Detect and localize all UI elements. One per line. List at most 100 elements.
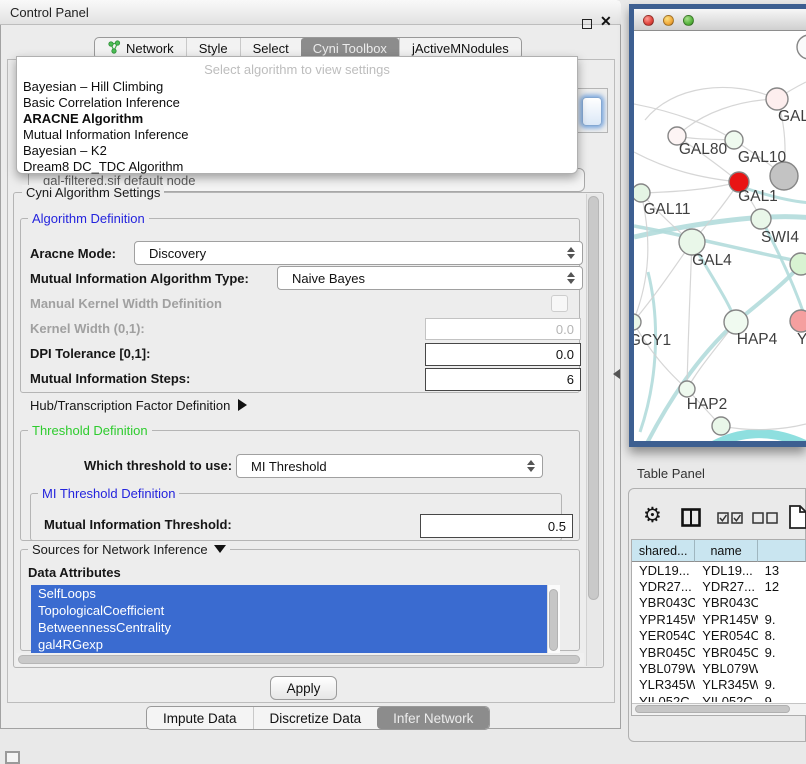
table-cell: YDL19... [695, 563, 757, 578]
float-window-icon[interactable] [582, 19, 592, 29]
network-edge[interactable] [677, 99, 777, 136]
table-cell: 9. [758, 645, 806, 660]
table-row[interactable]: YBR045CYBR045C9. [632, 644, 806, 660]
algorithm-option-bayesian-hill-climbing[interactable]: Bayesian – Hill Climbing [17, 79, 577, 95]
kernel-width-field[interactable]: 0.0 [425, 318, 581, 340]
network-node[interactable] [797, 35, 806, 59]
table-row[interactable]: YPR145WYPR145W9. [632, 611, 806, 627]
deselect-all-checkboxes-icon[interactable] [752, 512, 778, 528]
hub-definition-toggle[interactable]: Hub/Transcription Factor Definition [30, 398, 247, 413]
table-row[interactable]: YDR27...YDR27...12 [632, 578, 806, 594]
attribute-item-selfloops[interactable]: SelfLoops [31, 585, 547, 602]
cyni-bottom-tab-bar: Impute DataDiscretize DataInfer Network [146, 706, 490, 730]
network-edge[interactable] [634, 242, 692, 322]
table-cell: YLR345W [695, 677, 757, 692]
table-cell: YDR27... [632, 579, 695, 594]
table-cell: YPR145W [632, 612, 695, 627]
node-label-gal4: GAL4 [692, 252, 732, 269]
network-node-y[interactable] [790, 310, 806, 332]
algorithm-option-aracne-algorithm[interactable]: ARACNE Algorithm [17, 111, 577, 127]
table-cell: YBL079W [695, 661, 757, 676]
which-threshold-combo[interactable]: MI Threshold [236, 454, 543, 478]
column-header-shared[interactable]: shared... [632, 540, 695, 562]
network-edge[interactable] [645, 87, 777, 120]
table-body: YDL19...YDL19...13YDR27...YDR27...12YBR0… [632, 562, 806, 702]
network-node[interactable] [790, 253, 806, 275]
table-cell: 13 [758, 563, 806, 578]
table-cell: YER054C [632, 628, 695, 643]
network-node-gal11[interactable] [634, 184, 650, 202]
node-label-gal80: GAL80 [679, 141, 728, 158]
table-cell: YDR27... [695, 579, 757, 594]
network-node-gcy1[interactable] [634, 314, 641, 330]
attribute-item-gal4rgexp[interactable]: gal4RGexp [31, 636, 547, 653]
network-graph: GALGAL80GAL10GAL1GAL11SWI4GAL4GCY1HAP4YH… [634, 31, 806, 441]
table-header-row: shared...name [632, 540, 806, 562]
algorithm-dropdown-popup: Select algorithm to view settings Bayesi… [16, 56, 578, 174]
node-label-hap2: HAP2 [687, 396, 728, 413]
network-edge[interactable] [700, 434, 806, 441]
network-window-titlebar[interactable] [634, 9, 806, 31]
apply-button[interactable]: Apply [270, 676, 337, 700]
window-close-button[interactable] [643, 15, 654, 26]
tab-infer-network[interactable]: Infer Network [377, 707, 489, 729]
node-label-gal11: GAL11 [643, 201, 690, 218]
table-row[interactable]: YIL052CYIL052C9 [632, 693, 806, 702]
close-icon[interactable]: ✕ [600, 13, 612, 30]
select-all-checkboxes-icon[interactable] [717, 512, 743, 528]
table-row[interactable]: YER054CYER054C8. [632, 628, 806, 644]
mi-type-combo[interactable]: Naive Bayes [277, 266, 583, 290]
panel-collapse-arrow[interactable] [613, 369, 620, 379]
attributes-scrollbar-thumb[interactable] [549, 589, 558, 651]
table-row[interactable]: YLR345WYLR345W9. [632, 677, 806, 693]
algorithm-definition-title: Algorithm Definition [28, 211, 149, 226]
network-node[interactable] [712, 417, 730, 435]
network-node-swi4[interactable] [751, 209, 771, 229]
network-node-gal[interactable] [766, 88, 788, 110]
attribute-item-topologicalcoefficient[interactable]: TopologicalCoefficient [31, 602, 547, 619]
network-edge[interactable] [721, 424, 806, 430]
help-button[interactable] [582, 97, 602, 126]
algorithm-option-mutual-information-inference[interactable]: Mutual Information Inference [17, 127, 577, 143]
settings-hscrollbar-thumb[interactable] [18, 655, 580, 664]
mi-threshold-field[interactable]: 0.5 [420, 514, 573, 538]
gear-icon[interactable]: ⚙ [643, 505, 662, 526]
dpi-tolerance-field[interactable]: 0.0 [425, 343, 581, 366]
table-hscrollbar-thumb[interactable] [635, 705, 790, 713]
network-node-hap2[interactable] [679, 381, 695, 397]
algorithm-option-dream8-dc-tdc-algorithm[interactable]: Dream8 DC_TDC Algorithm [17, 159, 577, 175]
table-row[interactable]: YBR043CYBR043C [632, 595, 806, 611]
manual-kernel-checkbox[interactable] [551, 295, 568, 312]
algorithm-option-basic-correlation-inference[interactable]: Basic Correlation Inference [17, 95, 577, 111]
aracne-mode-combo[interactable]: Discovery [134, 241, 583, 265]
new-document-icon[interactable] [789, 505, 806, 532]
network-view-canvas[interactable]: GALGAL80GAL10GAL1GAL11SWI4GAL4GCY1HAP4YH… [634, 31, 806, 441]
table-cell: YBR043C [695, 595, 757, 610]
mi-threshold-group-title: MI Threshold Definition [38, 486, 179, 501]
network-node-gal10[interactable] [725, 131, 743, 149]
columns-icon[interactable] [681, 508, 701, 530]
algorithm-placeholder: Select algorithm to view settings [17, 57, 577, 79]
network-edge[interactable] [736, 264, 801, 322]
sources-group-toggle[interactable]: Sources for Network Inference [28, 542, 230, 557]
network-node[interactable] [770, 162, 798, 190]
algorithm-option-bayesian-k2[interactable]: Bayesian – K2 [17, 143, 577, 159]
window-zoom-button[interactable] [683, 15, 694, 26]
mi-threshold-label: Mutual Information Threshold: [44, 517, 232, 532]
tab-label: Network [126, 41, 174, 56]
settings-vscrollbar-thumb[interactable] [588, 196, 599, 600]
table-row[interactable]: YDL19...YDL19...13 [632, 562, 806, 578]
node-label-gcy1: GCY1 [634, 332, 671, 349]
table-row[interactable]: YBL079WYBL079W [632, 660, 806, 676]
column-header-name[interactable]: name [695, 540, 758, 562]
docked-panel-icon[interactable] [5, 751, 20, 764]
attribute-item-betweennesscentrality[interactable]: BetweennessCentrality [31, 619, 547, 636]
column-header-2[interactable] [758, 540, 806, 562]
tab-discretize-data[interactable]: Discretize Data [253, 707, 378, 729]
network-edge[interactable] [641, 182, 739, 193]
data-attributes-list: SelfLoopsTopologicalCoefficientBetweenne… [31, 585, 547, 655]
window-minimize-button[interactable] [663, 15, 674, 26]
mi-steps-field[interactable]: 6 [425, 368, 581, 391]
tab-label: jActiveMNodules [412, 41, 509, 56]
tab-impute-data[interactable]: Impute Data [147, 707, 253, 729]
